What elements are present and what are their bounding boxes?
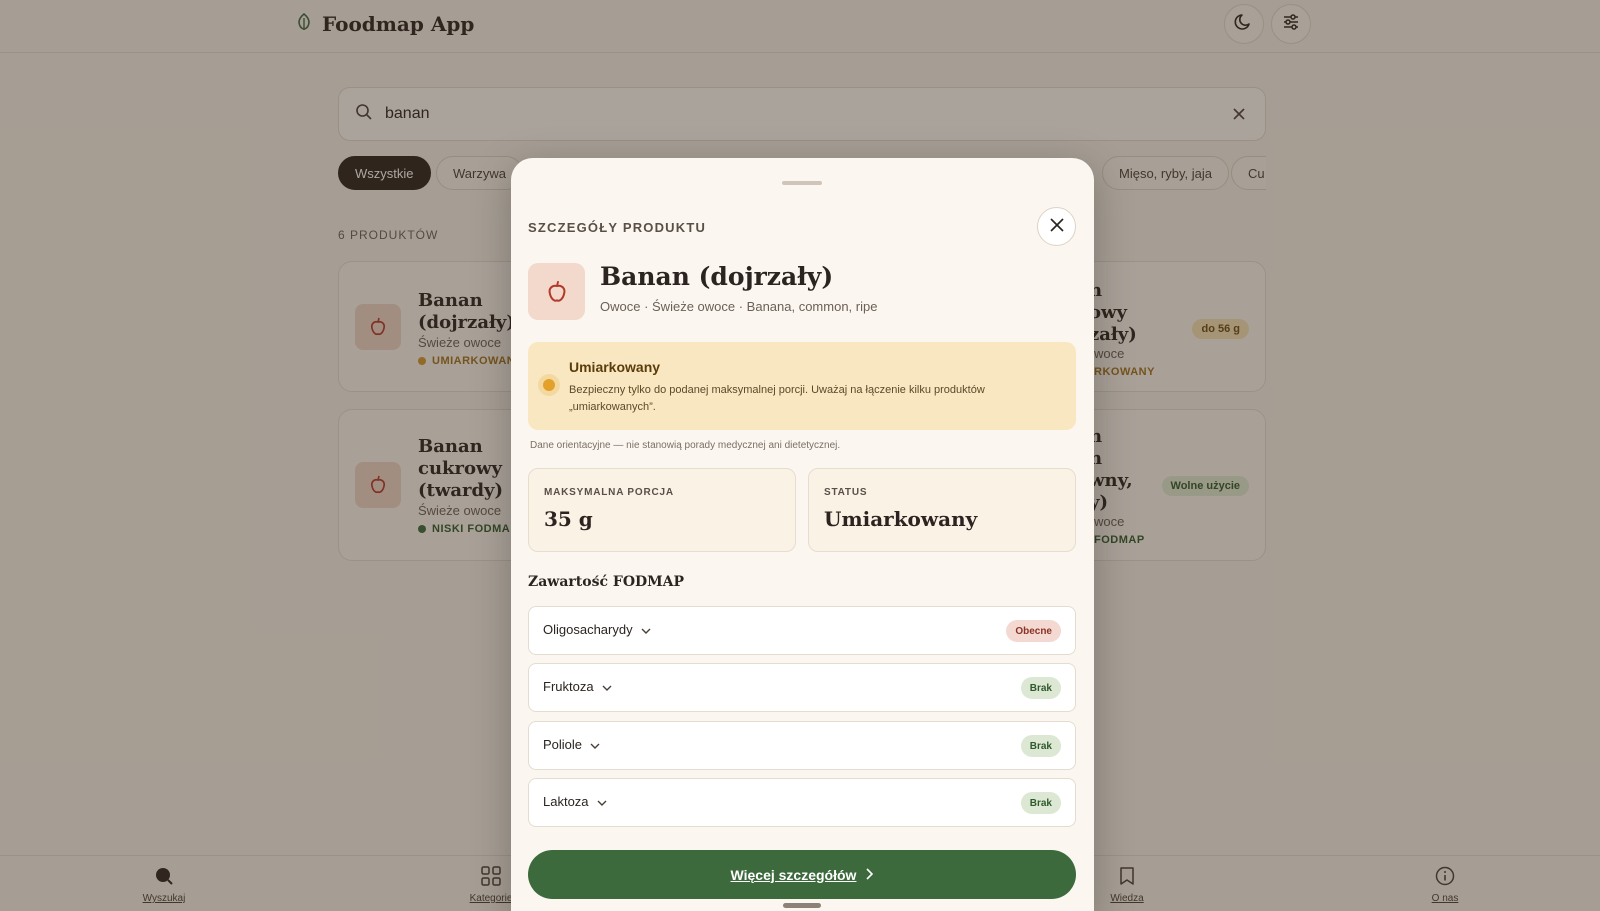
fodmap-badge: Brak: [1020, 735, 1061, 757]
fodmap-row-lactose[interactable]: Laktoza Brak: [528, 778, 1076, 827]
fodmap-name: Laktoza: [543, 794, 607, 809]
product-name: Banan (dojrzały): [600, 262, 834, 291]
disclaimer: Dane orientacyjne — nie stanowią porady …: [530, 440, 841, 451]
status-label: STATUS: [824, 487, 868, 498]
fodmap-row-oligosaccharides[interactable]: Oligosacharydy Obecne: [528, 606, 1076, 655]
chevron-down-icon: [597, 794, 607, 809]
fodmap-row-polyols[interactable]: Poliole Brak: [528, 721, 1076, 770]
fodmap-name-label: Poliole: [543, 737, 583, 752]
fodmap-name-label: Fruktoza: [543, 679, 594, 694]
product-subtitle: Owoce · Świeże owoce · Banana, common, r…: [600, 299, 878, 314]
cta-label: Więcej szczegółów: [730, 866, 857, 883]
fodmap-name-label: Laktoza: [543, 794, 589, 809]
fodmap-row-fructose[interactable]: Fruktoza Brak: [528, 663, 1076, 712]
max-portion-label: MAKSYMALNA PORCJA: [544, 487, 674, 498]
status-box: STATUS Umiarkowany: [808, 468, 1076, 552]
moderate-indicator: [538, 374, 560, 396]
home-indicator: [783, 903, 821, 908]
fodmap-name: Fruktoza: [543, 679, 612, 694]
max-portion-box: MAKSYMALNA PORCJA 35 g: [528, 468, 796, 552]
fodmap-badge: Brak: [1020, 677, 1061, 699]
level-title: Umiarkowany: [569, 359, 661, 375]
fodmap-badge: Obecne: [1006, 620, 1061, 642]
fodmap-section-title: Zawartość FODMAP: [528, 574, 685, 590]
status-value: Umiarkowany: [824, 507, 978, 531]
chevron-down-icon: [602, 679, 612, 694]
fodmap-badge: Brak: [1020, 792, 1061, 814]
chevron-down-icon: [590, 737, 600, 752]
close-icon: [1049, 217, 1065, 237]
chevron-right-icon: [866, 867, 874, 883]
close-button[interactable]: [1037, 207, 1076, 246]
fodmap-name-label: Oligosacharydy: [543, 622, 633, 637]
fodmap-name: Oligosacharydy: [543, 622, 651, 637]
fodmap-name: Poliole: [543, 737, 600, 752]
level-description: Bezpieczny tylko do podanej maksymalnej …: [569, 384, 985, 413]
drag-handle[interactable]: [782, 181, 822, 185]
more-details-button[interactable]: Więcej szczegółów: [528, 850, 1076, 899]
max-portion-value: 35 g: [544, 507, 593, 531]
modal-label: SZCZEGÓŁY PRODUKTU: [528, 220, 707, 235]
product-details-modal: SZCZEGÓŁY PRODUKTU Banan (dojrzały) Owoc…: [511, 158, 1094, 911]
fodmap-level-alert: Umiarkowany Bezpieczny tylko do podanej …: [528, 342, 1076, 430]
apple-icon: [528, 263, 585, 320]
chevron-down-icon: [641, 622, 651, 637]
